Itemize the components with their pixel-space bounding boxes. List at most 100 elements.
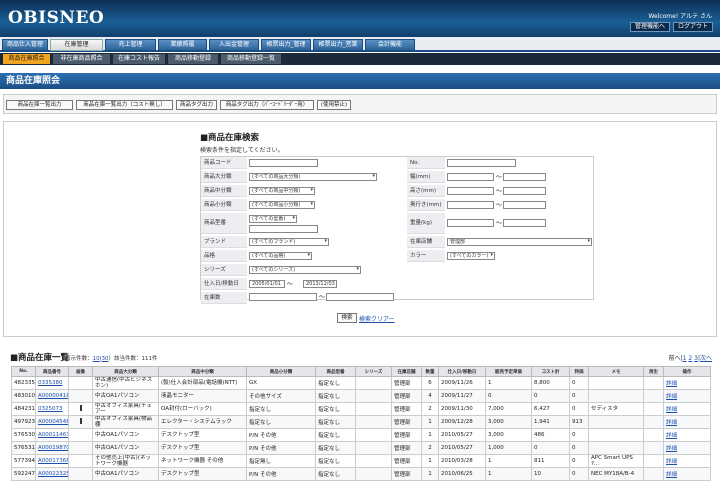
table-cell: 管理部 — [391, 428, 422, 442]
detail-link[interactable]: 詳細 — [666, 420, 677, 426]
product-number-link[interactable]: A00022325 — [38, 471, 68, 477]
weight-from-input[interactable] — [447, 219, 494, 227]
subnav-cost-report[interactable]: 在庫コスト報告 — [113, 54, 165, 64]
label-no: No. — [407, 157, 445, 169]
width-to-input[interactable] — [503, 173, 546, 181]
detail-link[interactable]: 詳細 — [666, 433, 677, 439]
table-cell: 1 — [485, 467, 532, 481]
export-list-button[interactable]: 商品在庫一覧出力 — [6, 100, 73, 110]
detail-link[interactable]: 詳細 — [666, 472, 677, 478]
middle-category-select[interactable]: (すべての商品中分類) — [249, 187, 315, 195]
image-thumbnail-icon[interactable] — [79, 405, 82, 411]
disabled-button[interactable]: (使用禁止) — [317, 100, 351, 110]
page-size-10-link[interactable]: 10 — [93, 356, 100, 362]
brand-select[interactable]: (すべてのブランド) — [249, 238, 329, 246]
width-tilde: 〜 — [496, 174, 503, 181]
table-cell: 2009/11/26 — [438, 376, 486, 390]
product-number-link[interactable]: A00017368 — [38, 458, 68, 464]
product-number-link[interactable]: A00000418 — [38, 393, 68, 399]
detail-link[interactable]: 詳細 — [666, 381, 677, 387]
image-thumbnail-icon[interactable] — [79, 418, 82, 424]
major-category-select[interactable]: (すべての商品大分類) — [249, 173, 377, 181]
search-button[interactable]: 検索 — [337, 313, 357, 323]
table-row[interactable]: 482335 0335380 中古通信(中古ビジネスホン) (製)仕入会計部品(電話機… — [11, 376, 711, 390]
table-cell — [588, 389, 644, 403]
item-select[interactable]: (すべての品格) — [249, 252, 312, 260]
detail-link[interactable]: 詳細 — [666, 394, 677, 400]
table-row[interactable]: 576531 A00019870 中古OA1パソコン デスクトップ型 P/N その他 指定… — [11, 441, 711, 455]
depth-from-input[interactable] — [447, 201, 494, 209]
product-number-link[interactable]: 0335380 — [38, 380, 63, 386]
depth-tilde: 〜 — [496, 202, 503, 209]
logout-button[interactable]: ログアウト — [673, 22, 713, 32]
table-cell: デスクトップ型 — [158, 428, 247, 442]
table-cell: 指定無し — [246, 454, 316, 468]
nav-sales[interactable]: 売上管理 — [105, 39, 156, 51]
action-bar: 商品在庫一覧出力 商品在庫一覧出力（コスト無し） 商品タグ出力 商品タグ出力（ﾊ… — [3, 94, 717, 114]
model-input[interactable] — [249, 225, 318, 233]
table-cell: 0 — [531, 441, 570, 455]
date-to-input[interactable]: 2013/12/03 — [303, 280, 337, 288]
column-header: コスト計 — [531, 366, 570, 377]
product-number-link[interactable]: A00004548 — [38, 419, 68, 425]
table-row[interactable]: 484231 0325073 中古オフィス家具(チェアー OA封付(ローバック) 指定な… — [11, 402, 711, 416]
product-number-link[interactable]: 0325073 — [38, 406, 63, 412]
admin-button[interactable]: 管理機能へ — [630, 22, 670, 32]
depth-to-input[interactable] — [503, 201, 546, 209]
pager-page-1[interactable]: 1 — [683, 355, 687, 362]
product-number-link[interactable]: A00011463 — [38, 432, 68, 438]
height-from-input[interactable] — [447, 187, 494, 195]
nav-report-sales[interactable]: 帳票出力_営業 — [313, 39, 363, 51]
width-from-input[interactable] — [447, 173, 494, 181]
nav-performance[interactable]: 業績照覆 — [158, 39, 207, 51]
nav-accounting[interactable]: 会計機能 — [365, 39, 415, 51]
page-size-30-link[interactable]: 30 — [102, 356, 109, 362]
column-header: シリーズ — [355, 366, 392, 377]
subnav-stock-check[interactable]: 商品在庫照合 — [3, 54, 50, 64]
tag-export-button[interactable]: 商品タグ出力 — [176, 100, 217, 110]
weight-to-input[interactable] — [503, 219, 546, 227]
model-select[interactable]: (すべての型番) — [249, 215, 297, 223]
pager-prev[interactable]: 前へ — [669, 355, 681, 362]
height-to-input[interactable] — [503, 187, 546, 195]
date-from-input[interactable]: 2005/01/01 — [249, 280, 285, 288]
detail-link[interactable]: 詳細 — [666, 459, 677, 465]
shelf-to-input[interactable] — [326, 293, 394, 301]
clear-search-link[interactable]: 検索クリアー — [359, 314, 395, 323]
table-cell: 中古OA1パソコン — [92, 428, 159, 442]
table-row[interactable]: 577394 A00017368 その他売上(中古)(ネットワーク機器 ネットワーク機… — [11, 454, 711, 468]
table-cell: 指定なし — [315, 454, 356, 468]
shelf-from-input[interactable] — [249, 293, 317, 301]
subnav-move-register[interactable]: 商品移動登録 — [168, 54, 218, 64]
color-select[interactable]: (すべてのカラー) — [447, 252, 495, 260]
product-number-link[interactable]: A00019870 — [38, 445, 68, 451]
column-header: 商品小分類 — [246, 366, 316, 377]
table-row[interactable]: 483010 A00000418 中古OA1パソコン 液晶モニター その他サイズ 指定なし… — [11, 389, 711, 403]
table-row[interactable]: 497923 A00004548 中古オフィス家具(物品棚 エレクター・システムラック… — [11, 415, 711, 429]
table-row[interactable]: 592247 A00022325 中古OA1パソコン デスクトップ型 P/N その他 指定… — [11, 467, 711, 481]
label-depth: 奥行き(mm) — [407, 199, 445, 211]
series-select[interactable]: (すべてのシリーズ) — [249, 266, 361, 274]
nav-payments[interactable]: 入出金管理 — [209, 39, 259, 51]
table-cell — [643, 441, 664, 455]
no-input[interactable] — [447, 159, 516, 167]
pager-page-2[interactable]: 2 — [688, 355, 692, 362]
code-input[interactable] — [249, 159, 318, 167]
tag-export-barcode-button[interactable]: 商品タグ出力（ﾊﾞｰｺｰﾄﾞﾘｰﾀﾞｰ用） — [220, 100, 314, 110]
logo: OBISNEO — [8, 8, 105, 28]
minor-category-select[interactable]: (すべての商品小分類) — [249, 201, 315, 209]
detail-link[interactable]: 詳細 — [666, 446, 677, 452]
detail-link[interactable]: 詳細 — [666, 407, 677, 413]
label-weight: 重量(kg) — [407, 213, 445, 234]
table-row[interactable]: 576530 A00011463 中古OA1パソコン デスクトップ型 P/N その他 指定… — [11, 428, 711, 442]
store-select[interactable]: 管理部 — [447, 238, 592, 246]
nav-purchase[interactable]: 商品仕入管理 — [2, 39, 48, 51]
column-header: 特価 — [569, 366, 589, 377]
subnav-move-list[interactable]: 商品移動登録一覧 — [221, 54, 281, 64]
nav-inventory[interactable]: 在庫管理 — [50, 39, 103, 51]
subnav-nonstock-check[interactable]: 非在庫商品照合 — [53, 54, 110, 64]
label-brand: ブランド — [201, 236, 247, 248]
export-list-nocost-button[interactable]: 商品在庫一覧出力（コスト無し） — [76, 100, 173, 110]
nav-report-admin[interactable]: 帳票出力_管理 — [261, 39, 311, 51]
pager-next[interactable]: 次へ — [700, 355, 712, 362]
